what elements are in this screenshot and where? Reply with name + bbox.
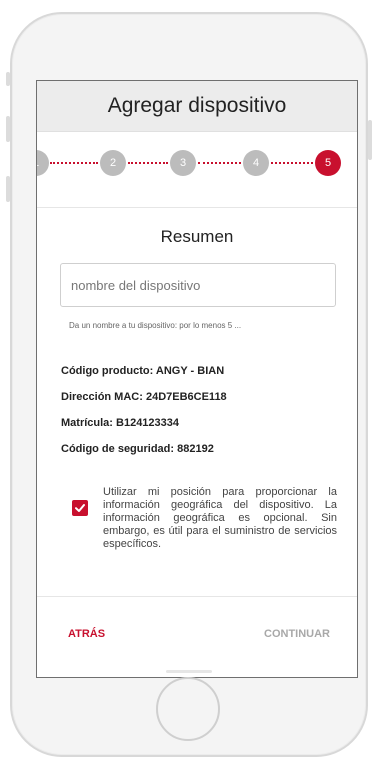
home-button[interactable] (156, 677, 220, 741)
stepper: 1 2 3 4 5 (37, 131, 357, 207)
continue-button[interactable]: CONTINUAR (264, 628, 330, 640)
app-screen: Agregar dispositivo 1 2 3 4 5 Resumen Da… (36, 80, 358, 678)
security-code: Código de seguridad: 882192 (61, 443, 214, 455)
phone-side-button-top (6, 72, 10, 86)
check-icon (75, 504, 85, 512)
device-name-input[interactable] (60, 263, 336, 307)
phone-volume-up-button (6, 116, 10, 142)
step-1: 1 (37, 150, 49, 176)
step-4: 4 (243, 150, 269, 176)
page-title: Agregar dispositivo (107, 94, 287, 117)
step-connector (198, 162, 241, 164)
divider (37, 596, 357, 597)
step-3: 3 (170, 150, 196, 176)
step-2: 2 (100, 150, 126, 176)
step-5: 5 (315, 150, 341, 176)
back-button[interactable]: ATRÁS (68, 628, 105, 640)
header-bar: Agregar dispositivo (37, 81, 357, 132)
mac-address: Dirección MAC: 24D7EB6CE118 (61, 391, 227, 403)
phone-volume-down-button (6, 176, 10, 202)
plate-number: Matrícula: B124123334 (61, 417, 180, 429)
summary-title: Resumen (160, 227, 234, 246)
product-code: Código producto: ANGY - BIAN (61, 365, 225, 377)
step-connector (128, 162, 168, 164)
step-connector (50, 162, 98, 164)
divider (37, 207, 357, 208)
location-consent-text: Utilizar mi posición para proporcionar l… (103, 486, 337, 550)
location-consent-checkbox[interactable] (72, 500, 88, 516)
home-indicator (166, 670, 212, 673)
phone-power-button (368, 120, 372, 160)
device-name-hint: Da un nombre a tu dispositivo: por lo me… (69, 321, 242, 330)
step-connector (271, 162, 313, 164)
